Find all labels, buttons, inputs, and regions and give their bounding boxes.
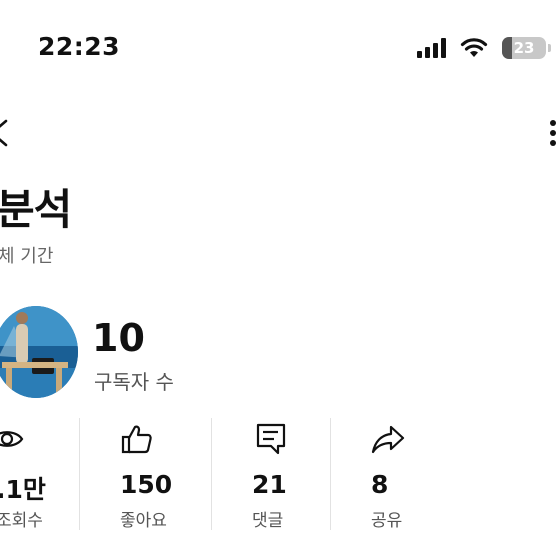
shares-label: 공유 <box>371 511 403 531</box>
period-selector[interactable]: 체 기간 <box>0 242 53 268</box>
subscriber-label: 구독자 수 <box>94 370 174 394</box>
back-arrow-icon[interactable] <box>0 118 16 148</box>
stat-likes[interactable]: 150 좋아요 <box>80 418 211 531</box>
wifi-icon <box>460 38 488 57</box>
likes-label: 좋아요 <box>120 511 167 531</box>
eye-icon <box>0 431 24 447</box>
shares-value: 8 <box>371 470 389 499</box>
views-label: 조회수 <box>0 511 43 531</box>
thumbs-up-icon <box>121 425 152 454</box>
comments-label: 댓글 <box>252 511 284 531</box>
stat-shares[interactable]: 8 공유 <box>331 418 560 531</box>
share-icon <box>371 425 405 454</box>
stat-comments[interactable]: 21 댓글 <box>212 418 330 531</box>
stat-views[interactable]: .1만 조회수 <box>0 418 79 531</box>
avatar-image <box>0 306 78 398</box>
comments-value: 21 <box>252 470 287 499</box>
more-options-icon[interactable] <box>546 118 560 148</box>
avatar[interactable] <box>0 306 78 398</box>
cellular-signal-icon <box>417 38 446 58</box>
page-title: 분석 <box>0 185 72 234</box>
battery-level-fill <box>502 37 513 59</box>
likes-value: 150 <box>120 470 173 499</box>
subscriber-count: 10 <box>92 316 145 360</box>
battery-icon: 23 <box>502 37 551 59</box>
battery-percent: 23 <box>513 39 535 57</box>
status-bar: 22:23 23 <box>0 0 560 96</box>
stats-row: .1만 조회수 150 좋아요 21 댓글 8 공유 <box>0 418 560 531</box>
battery-tip <box>548 44 551 52</box>
comment-icon <box>256 423 286 455</box>
status-icons: 23 <box>416 36 551 60</box>
views-value: .1만 <box>0 475 46 504</box>
top-nav <box>0 108 560 156</box>
status-time: 22:23 <box>38 32 121 61</box>
